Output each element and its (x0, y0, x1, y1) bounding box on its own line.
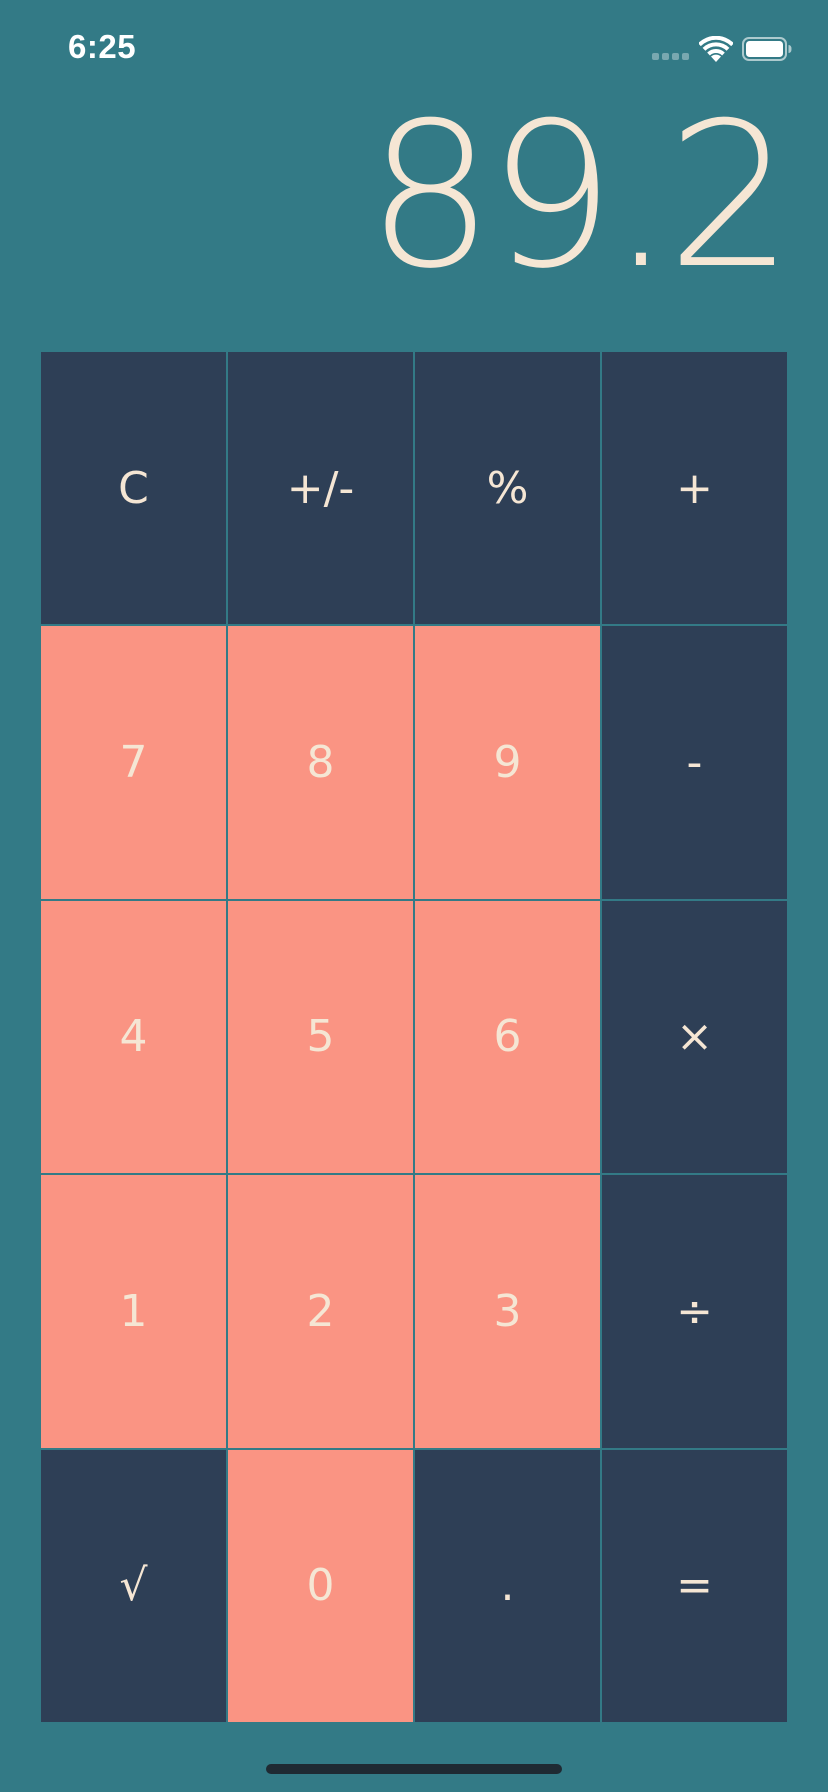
square-root-button[interactable]: √ (41, 1449, 226, 1722)
status-time: 6:25 (68, 28, 137, 65)
equals-button[interactable]: = (602, 1449, 787, 1722)
digit-4-button[interactable]: 4 (41, 900, 226, 1174)
multiply-button[interactable]: × (602, 900, 787, 1174)
subtract-button[interactable]: - (602, 626, 787, 899)
percent-button[interactable]: % (415, 352, 600, 625)
wifi-icon (699, 36, 733, 62)
clear-button[interactable]: C (41, 352, 226, 625)
divide-button[interactable]: ÷ (602, 1175, 787, 1448)
digit-0-button[interactable]: 0 (228, 1449, 413, 1722)
digit-3-button[interactable]: 3 (415, 1175, 600, 1448)
digit-5-button[interactable]: 5 (228, 900, 413, 1174)
digit-9-button[interactable]: 9 (415, 626, 600, 899)
result-display: 89.2 (366, 80, 794, 313)
keypad: C +/- % + 7 8 9 - 4 5 6 × 1 2 3 ÷ √ 0 . … (41, 352, 787, 1722)
battery-icon (742, 37, 792, 61)
digit-7-button[interactable]: 7 (41, 626, 226, 899)
home-indicator[interactable] (266, 1764, 562, 1774)
digit-2-button[interactable]: 2 (228, 1175, 413, 1448)
cellular-signal-icon (652, 53, 692, 61)
sign-toggle-button[interactable]: +/- (228, 352, 413, 625)
add-button[interactable]: + (602, 352, 787, 625)
digit-8-button[interactable]: 8 (228, 626, 413, 899)
digit-6-button[interactable]: 6 (415, 900, 600, 1174)
digit-1-button[interactable]: 1 (41, 1175, 226, 1448)
decimal-button[interactable]: . (415, 1449, 600, 1722)
